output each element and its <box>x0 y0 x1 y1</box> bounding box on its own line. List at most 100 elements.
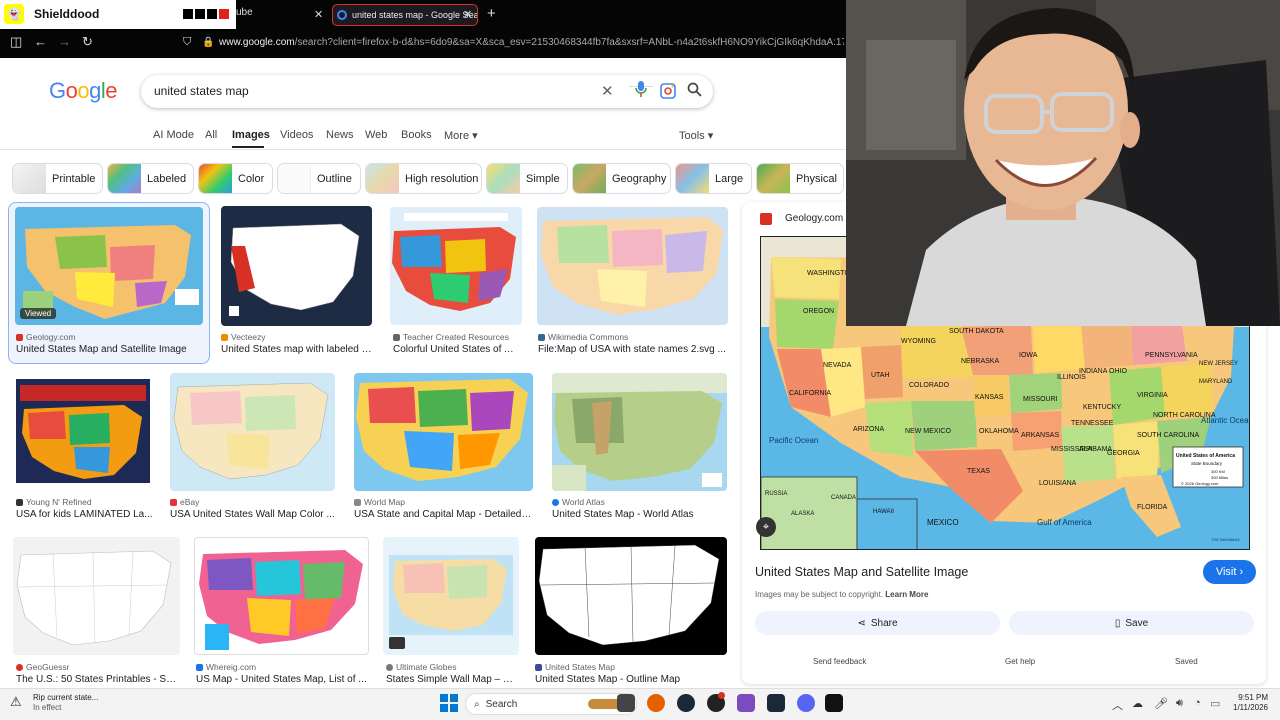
steam-icon[interactable] <box>767 694 785 712</box>
result-thumbnail[interactable] <box>552 373 727 491</box>
tools-button[interactable]: Tools ▾ <box>679 129 713 142</box>
tab-videos[interactable]: Videos <box>280 129 313 141</box>
chip-outline[interactable]: Outline <box>277 163 361 194</box>
google-logo[interactable]: Google <box>49 78 118 104</box>
back-icon[interactable]: ← <box>34 34 47 49</box>
result-thumbnail[interactable] <box>537 207 728 325</box>
weather-alert-icon[interactable]: ⚠ <box>10 694 22 710</box>
taskbar-search[interactable]: ⌕ Search <box>465 693 637 715</box>
volume-icon[interactable]: 🔊︎ <box>1176 697 1183 710</box>
result-title[interactable]: Colorful United States of A... <box>393 344 518 355</box>
tab-all[interactable]: All <box>205 129 217 141</box>
chip-color[interactable]: Color <box>198 163 273 194</box>
tab-youtube[interactable]: ube <box>236 7 253 18</box>
voice-search-icon[interactable] <box>635 81 647 101</box>
favicon-icon <box>170 498 177 506</box>
save-button[interactable]: ▯ Save <box>1009 611 1254 635</box>
wifi-icon[interactable]: ◔ <box>1194 697 1201 709</box>
map-label: OHIO <box>1109 368 1127 375</box>
close-tab-icon[interactable]: ✕ <box>463 8 472 21</box>
share-button[interactable]: ⋖ Share <box>755 611 1000 635</box>
result-title[interactable]: United States Map and Satellite Image <box>16 344 206 355</box>
map-label: IOWA <box>1019 352 1038 359</box>
map-label: LOUISIANA <box>1039 480 1077 487</box>
learn-more-link[interactable]: Learn More <box>885 590 928 599</box>
result-thumbnail[interactable] <box>170 373 335 491</box>
result-title[interactable]: US Map - United States Map, List of ... <box>196 674 368 685</box>
lock-icon[interactable]: 🔒 <box>202 37 214 48</box>
new-tab-icon[interactable]: + <box>487 5 496 22</box>
chip-simple[interactable]: Simple <box>486 163 568 194</box>
result-title[interactable]: USA United States Wall Map Color ... <box>170 509 335 520</box>
result-thumbnail[interactable] <box>383 537 519 655</box>
chip-large[interactable]: Large <box>675 163 752 194</box>
google-favicon-icon <box>337 10 347 20</box>
result-thumbnail[interactable] <box>354 373 533 491</box>
result-thumbnail[interactable] <box>390 207 522 325</box>
result-title[interactable]: United States map with labeled st... <box>221 344 376 355</box>
preview-title[interactable]: United States Map and Satellite Image <box>755 565 968 579</box>
tab-books[interactable]: Books <box>401 129 432 141</box>
result-thumbnail[interactable] <box>13 537 180 655</box>
result-title[interactable]: File:Map of USA with state names 2.svg .… <box>538 344 728 355</box>
preview-source[interactable]: Geology.com <box>785 213 843 224</box>
address-bar[interactable]: www.google.com/search?client=firefox-b-d… <box>219 37 844 48</box>
map-label: NEVADA <box>823 362 852 369</box>
tracking-shield-icon[interactable]: ⛉ <box>183 36 191 49</box>
result-thumbnail[interactable] <box>221 206 372 326</box>
steam-icon[interactable] <box>677 694 695 712</box>
firefox-icon[interactable] <box>647 694 665 712</box>
result-title[interactable]: The U.S.: 50 States Printables - Se... <box>16 674 178 685</box>
tab-images[interactable]: Images <box>232 129 270 141</box>
lens-search-icon[interactable] <box>660 83 676 103</box>
clock[interactable]: 9:51 PM 1/11/2026 <box>1222 693 1268 713</box>
close-tab-icon[interactable]: ✕ <box>314 8 323 21</box>
windows-start-icon[interactable] <box>440 694 458 715</box>
epic-games-icon[interactable] <box>825 694 843 712</box>
microphone-icon[interactable]: 🎤︎ <box>1154 697 1168 710</box>
weather-widget[interactable]: Rip current state... In effect <box>33 693 98 713</box>
show-hidden-icons-icon[interactable]: ︿ <box>1112 697 1123 713</box>
result-title[interactable]: United States Map - World Atlas <box>552 509 730 520</box>
map-label: SOUTH CAROLINA <box>1137 432 1200 439</box>
map-label: VIRGINIA <box>1137 392 1168 399</box>
map-label: © 2026 Geology.com <box>1181 481 1219 486</box>
result-thumbnail[interactable] <box>194 537 369 655</box>
visit-button[interactable]: Visit › <box>1203 560 1256 584</box>
map-label: ARKANSAS <box>1021 432 1059 439</box>
tab-news[interactable]: News <box>326 129 354 141</box>
chip-labeled[interactable]: Labeled <box>107 163 194 194</box>
result-title[interactable]: United States Map - Outline Map <box>535 674 725 685</box>
forward-icon[interactable]: → <box>58 34 71 49</box>
map-label: HAWAII <box>873 509 894 515</box>
result-title[interactable]: USA for kids LAMINATED La... <box>16 509 154 520</box>
clear-search-icon[interactable]: ✕ <box>601 82 614 100</box>
result-title[interactable]: States Simple Wall Map – U... <box>386 674 516 685</box>
search-input[interactable]: united states map <box>154 84 249 98</box>
battery-icon[interactable]: ▭ <box>1210 697 1220 710</box>
cloud-icon[interactable]: ☁ <box>1132 697 1143 710</box>
snapchat-ghost-icon: 👻 <box>4 4 24 24</box>
sidebar-toggle-icon[interactable]: ◫ <box>10 34 22 50</box>
search-icon[interactable] <box>687 82 702 101</box>
saved-link[interactable]: Saved <box>1175 657 1198 666</box>
send-feedback-link[interactable]: Send feedback <box>813 657 866 666</box>
chip-geography[interactable]: Geography <box>572 163 671 194</box>
reload-icon[interactable]: ↻ <box>82 34 93 50</box>
visual-search-icon[interactable]: ⌖ <box>756 517 776 537</box>
tab-more[interactable]: More ▾ <box>444 129 478 142</box>
chip-physical[interactable]: Physical <box>756 163 844 194</box>
app-icon[interactable] <box>737 694 755 712</box>
result-thumbnail[interactable] <box>535 537 727 655</box>
result-thumbnail[interactable] <box>14 373 152 491</box>
task-view-icon[interactable] <box>617 694 635 712</box>
get-help-link[interactable]: Get help <box>1005 657 1035 666</box>
discord-icon[interactable] <box>797 694 815 712</box>
chip-high-resolution[interactable]: High resolution <box>365 163 482 194</box>
result-title[interactable]: USA State and Capital Map - Detailed ... <box>354 509 532 520</box>
tab-ai-mode[interactable]: AI Mode <box>153 129 194 141</box>
tab-web[interactable]: Web <box>365 129 387 141</box>
chip-printable[interactable]: Printable <box>12 163 103 194</box>
tab-google-search[interactable]: united states map - Google Sea <box>332 4 478 26</box>
map-label: Pacific Ocean <box>769 436 818 445</box>
